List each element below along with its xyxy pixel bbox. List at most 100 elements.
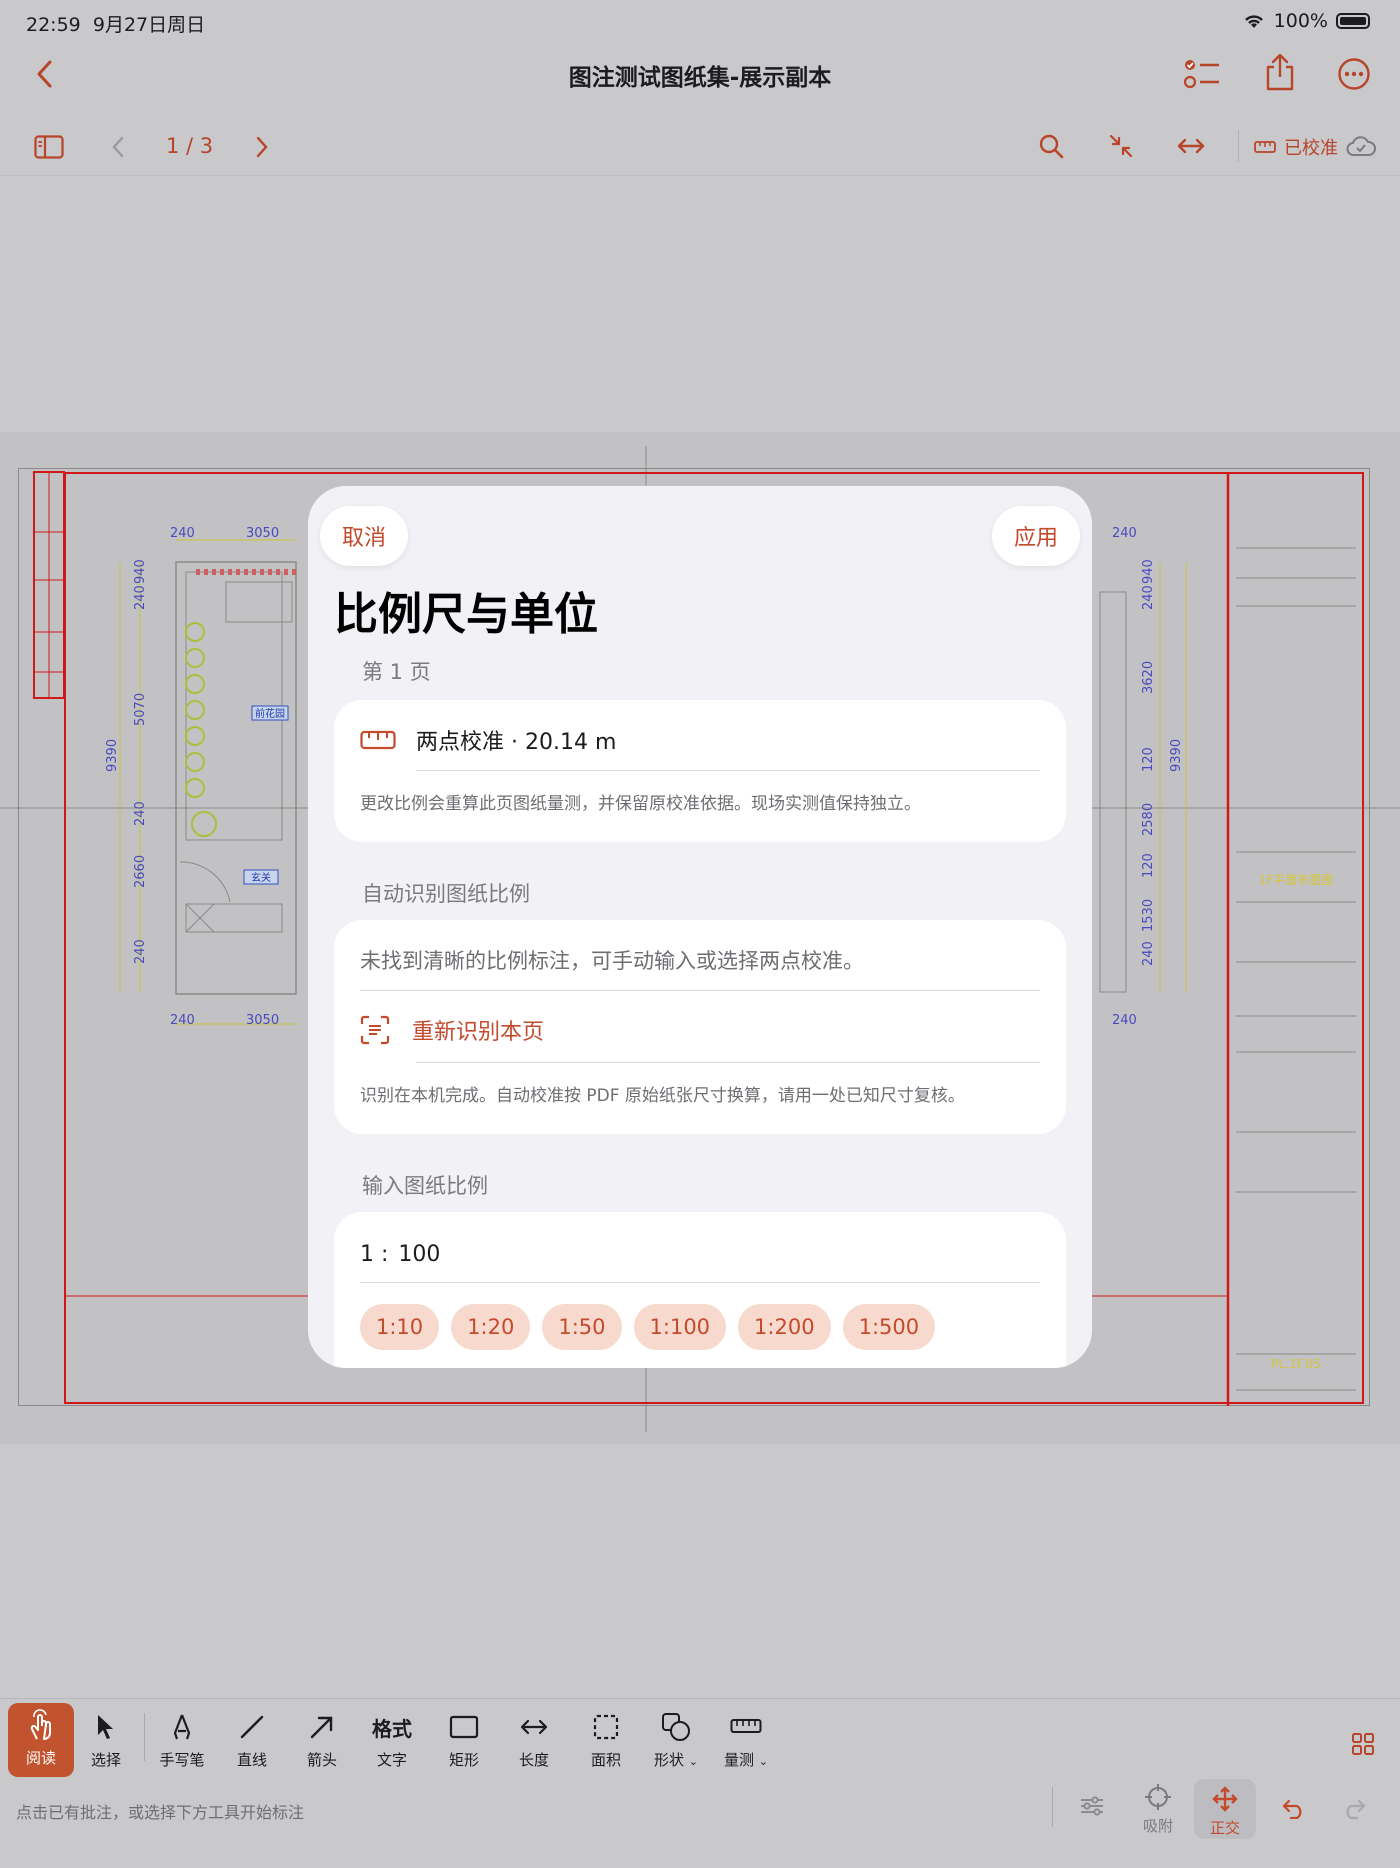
calibration-status[interactable]: 已校准 [1254, 134, 1376, 160]
hand-tap-icon [30, 1709, 51, 1740]
chevron-down-icon: ⌄ [688, 1755, 698, 1768]
pen-nib-icon [173, 1714, 191, 1740]
section-auto-label: 自动识别图纸比例 [362, 882, 530, 906]
search-button[interactable] [1036, 130, 1066, 162]
tool-shape[interactable]: 形状 ⌄ [644, 1707, 708, 1770]
calibration-card: 两点校准 · 20.14 m 更改比例会重算此页图纸量测，并保留原校准依据。现场… [334, 700, 1066, 842]
tool-text[interactable]: 格式 文字 [360, 1707, 424, 1770]
apply-button[interactable]: 应用 [991, 506, 1080, 566]
battery-icon [1336, 13, 1370, 29]
snap-label: 吸附 [1142, 1817, 1173, 1835]
scale-prefix: 1 : [360, 1241, 389, 1267]
date: 9月27日周日 [92, 14, 206, 36]
tool-select-label: 选择 [90, 1751, 121, 1769]
toolbar-divider [144, 1713, 145, 1761]
tool-read[interactable]: 阅读 [8, 1703, 74, 1777]
tool-text-label: 文字 [376, 1751, 407, 1769]
preset-chip-1-500[interactable]: 1:500 [842, 1304, 936, 1350]
move-arrows-icon [1212, 1786, 1238, 1812]
checklist-icon [1183, 60, 1219, 89]
cancel-button[interactable]: 取消 [320, 506, 409, 566]
toolbar-hint: 点击已有批注，或选择下方工具开始标注 [16, 1803, 305, 1822]
tool-measure-label: 量测 ⌄ [714, 1749, 778, 1770]
checklist-button[interactable] [1180, 54, 1224, 94]
preset-chip-1-50[interactable]: 1:50 [542, 1304, 622, 1350]
more-icon [1338, 58, 1370, 90]
tool-measure-text: 量测 [723, 1751, 754, 1769]
fit-width-button[interactable] [1174, 130, 1208, 162]
scan-text-icon [360, 1015, 390, 1045]
tool-arrow[interactable]: 箭头 [290, 1707, 354, 1770]
tool-line[interactable]: 直线 [220, 1707, 284, 1770]
tool-pen-label: 手写笔 [159, 1751, 205, 1769]
ortho-label: 正交 [1209, 1819, 1240, 1837]
adjust-button[interactable] [1064, 1795, 1120, 1821]
more-button[interactable] [1334, 54, 1374, 94]
modal-title: 比例尺与单位 [334, 589, 598, 640]
annotation-toolbar: 阅读 选择 手写笔 直线 箭头 格式 文字 矩形 长度 面积 形状 ⌄ 量测 ⌄ [0, 1698, 1400, 1868]
sidebar-toggle-button[interactable] [32, 132, 66, 162]
length-icon [520, 1719, 548, 1735]
divider [360, 1282, 1040, 1283]
line-icon [240, 1715, 264, 1739]
section-input-label: 输入图纸比例 [362, 1174, 488, 1198]
scale-presets: 1:10 1:20 1:50 1:100 1:200 1:500 [360, 1304, 936, 1350]
rectangle-icon [449, 1715, 479, 1739]
chevron-down-icon: ⌄ [758, 1755, 768, 1768]
scale-value[interactable]: 100 [398, 1242, 440, 1267]
tool-select[interactable]: 选择 [74, 1707, 138, 1770]
grid-view-button[interactable] [1348, 1729, 1378, 1759]
divider [360, 990, 1040, 991]
tool-shape-text: 形状 [653, 1751, 684, 1769]
divider [416, 770, 1040, 771]
tool-rect[interactable]: 矩形 [432, 1707, 496, 1770]
auto-note: 识别在本机完成。自动校准按 PDF 原始纸张尺寸换算，请用一处已知尺寸复核。 [360, 1086, 965, 1106]
preset-chip-1-100[interactable]: 1:100 [633, 1304, 727, 1350]
collapse-button[interactable] [1106, 130, 1136, 162]
next-page-button[interactable] [252, 132, 272, 162]
preset-chip-1-20[interactable]: 1:20 [451, 1304, 531, 1350]
calibration-value: 两点校准 · 20.14 m [416, 730, 617, 755]
tool-area[interactable]: 面积 [574, 1707, 638, 1770]
wifi-icon [1244, 15, 1263, 28]
chevron-right-icon [256, 136, 268, 158]
status-right: 100% [1242, 10, 1370, 32]
calibration-note: 更改比例会重算此页图纸量测，并保留原校准依据。现场实测值保持独立。 [360, 794, 921, 814]
clock: 22:59 [26, 14, 81, 36]
redo-button[interactable] [1338, 1793, 1370, 1823]
tool-pen[interactable]: 手写笔 [150, 1707, 214, 1770]
chevron-left-icon [112, 136, 124, 158]
page-indicator[interactable]: 1 / 3 [166, 134, 213, 158]
battery-percent: 100% [1273, 10, 1328, 32]
ruler-icon [1254, 141, 1276, 153]
scale-input-field[interactable]: 1 : 100 [360, 1232, 1040, 1276]
rescan-button[interactable]: 重新识别本页 [360, 1008, 1040, 1052]
fit-width-icon [1177, 138, 1205, 154]
crosshair-icon [1145, 1784, 1171, 1810]
section-page-label: 第 1 页 [362, 660, 431, 684]
share-button[interactable] [1260, 50, 1300, 94]
cursor-icon [98, 1715, 113, 1739]
page-toolbar: 1 / 3 已校准 [0, 118, 1400, 176]
area-icon [593, 1714, 619, 1740]
toolbar-divider [1238, 130, 1239, 162]
tool-arrow-label: 箭头 [306, 1751, 337, 1769]
preset-chip-1-10[interactable]: 1:10 [360, 1304, 440, 1350]
prev-page-button[interactable] [108, 132, 128, 162]
undo-button[interactable] [1278, 1793, 1310, 1823]
scale-input-card: 1 : 100 1:10 1:20 1:50 1:100 1:200 1:500 [334, 1212, 1066, 1368]
toolbar-divider [1052, 1787, 1053, 1827]
tool-line-label: 直线 [236, 1751, 267, 1769]
collapse-icon [1109, 134, 1133, 158]
ortho-toggle[interactable]: 正交 [1194, 1779, 1256, 1839]
preset-chip-1-200[interactable]: 1:200 [738, 1304, 831, 1350]
status-bar: 22:59 9月27日周日 100% [0, 0, 1400, 44]
calibration-label: 已校准 [1284, 138, 1338, 159]
snap-toggle[interactable]: 吸附 [1130, 1783, 1186, 1836]
sidebar-icon [34, 135, 64, 159]
calibration-row[interactable]: 两点校准 · 20.14 m [360, 720, 1040, 760]
tool-measure[interactable]: 量测 ⌄ [714, 1707, 778, 1770]
grid-icon [1352, 1733, 1374, 1755]
tool-length-label: 长度 [518, 1751, 549, 1769]
tool-length[interactable]: 长度 [502, 1707, 566, 1770]
